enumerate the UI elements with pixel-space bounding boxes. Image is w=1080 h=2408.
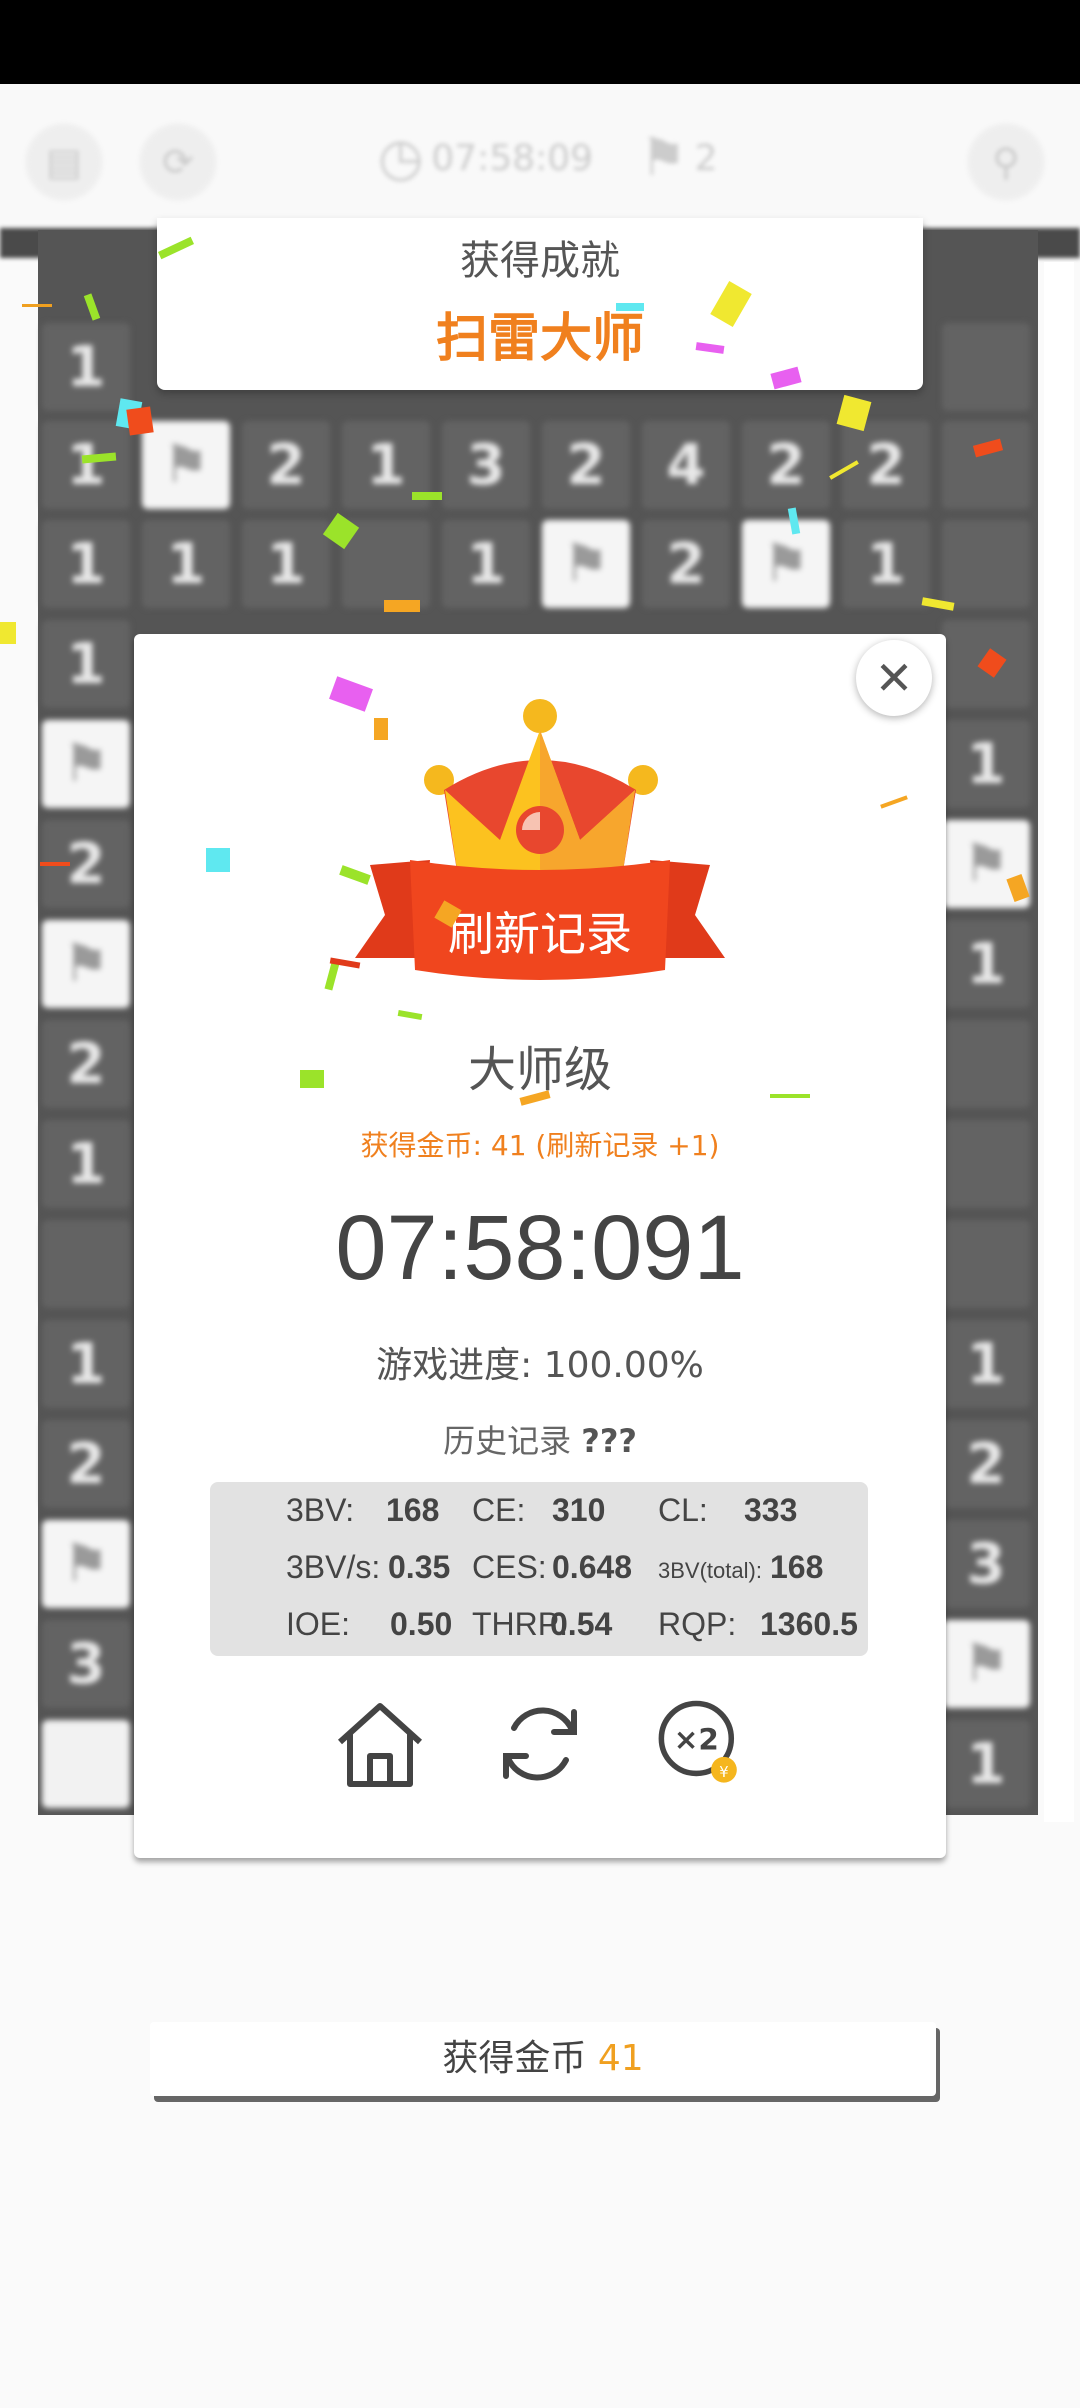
board-cell[interactable]: 1 — [242, 520, 330, 608]
history-value: ??? — [581, 1422, 637, 1460]
stat-label: CL: — [658, 1492, 708, 1528]
achievement-name: 扫雷大师 — [435, 309, 644, 369]
close-icon: ✕ — [874, 651, 914, 705]
status-bar — [0, 0, 1080, 84]
board-cell[interactable] — [942, 421, 1030, 509]
board-cell[interactable]: 2 — [242, 421, 330, 509]
board-cell[interactable]: 1 — [42, 323, 130, 411]
board-cell[interactable] — [942, 520, 1030, 608]
achievement-title: 获得成就 — [460, 238, 620, 284]
board-cell[interactable]: 3 — [942, 1520, 1030, 1608]
achievement-toast: 获得成就 扫雷大师 — [157, 218, 923, 390]
flagged-cell[interactable] — [42, 920, 130, 1008]
close-button[interactable]: ✕ — [856, 640, 932, 716]
coins-earned-bar: 获得金币 41 — [150, 2022, 936, 2096]
crown-banner: 刷新记录 — [355, 699, 725, 980]
stat-value-cl: 333 — [744, 1492, 798, 1528]
timer-display: ◷ 07:58:09 — [378, 128, 593, 188]
board-cell[interactable]: 2 — [542, 421, 630, 509]
board-cell[interactable]: 1 — [942, 920, 1030, 1008]
stat-label: 3BV(total): — [658, 1558, 762, 1583]
finish-time: 07:58:091 — [335, 1197, 745, 1299]
stat-value-3bvs: 0.35 — [388, 1549, 451, 1585]
stat-value-ces: 0.648 — [552, 1549, 633, 1585]
home-button[interactable] — [334, 1698, 426, 1790]
board-cell[interactable]: 1 — [442, 520, 530, 608]
settings-icon[interactable]: ⚲ — [970, 126, 1042, 198]
confetti-piece — [300, 1070, 324, 1088]
stat-label: 3BV: — [286, 1492, 355, 1528]
confetti-piece — [40, 862, 70, 866]
confetti-piece — [206, 848, 230, 872]
double-label: ×2 — [674, 1723, 719, 1757]
confetti-piece — [384, 600, 420, 612]
board-cell[interactable]: 3 — [442, 421, 530, 509]
double-coins-icon: ×2 ¥ — [658, 1700, 737, 1783]
board-cell[interactable]: 1 — [942, 1720, 1030, 1808]
board-cell[interactable]: 1 — [942, 720, 1030, 808]
banner-ribbon: 刷新记录 — [355, 860, 725, 980]
progress-label: 游戏进度: — [376, 1345, 533, 1386]
stat-value-3bv-total: 168 — [770, 1549, 824, 1585]
restart-icon[interactable]: ⟳ — [142, 126, 214, 198]
restart-icon — [503, 1707, 577, 1781]
home-icon — [337, 1703, 423, 1787]
board-cell[interactable]: 1 — [42, 520, 130, 608]
double-coins-button[interactable]: ×2 ¥ — [654, 1698, 746, 1790]
confetti-piece — [22, 304, 52, 307]
board-cell[interactable]: 1 — [42, 620, 130, 708]
coins-label: 获得金币 — [442, 2038, 587, 2079]
game-progress: 游戏进度: 100.00% — [0, 1336, 1080, 1388]
progress-value: 100.00% — [543, 1345, 704, 1386]
board-cell[interactable]: 1 — [842, 520, 930, 608]
replay-button[interactable] — [494, 1698, 586, 1790]
stat-value-ioe: 0.50 — [390, 1606, 453, 1642]
board-cell[interactable]: 1 — [42, 421, 130, 509]
board-cell[interactable] — [42, 1720, 130, 1808]
confetti-piece — [126, 406, 154, 436]
flag-icon: ⚑ — [640, 128, 687, 188]
stat-value-3bv: 168 — [386, 1492, 440, 1528]
stat-value-rqp: 1360.5 — [760, 1606, 858, 1642]
history-label: 历史记录 — [443, 1422, 572, 1460]
stat-value-ce: 310 — [552, 1492, 606, 1528]
flagged-cell[interactable] — [742, 520, 830, 608]
history-record: 历史记录 ??? — [0, 1416, 1080, 1462]
flagged-cell[interactable] — [42, 1520, 130, 1608]
board-cell[interactable] — [942, 323, 1030, 411]
flagged-cell[interactable] — [42, 720, 130, 808]
confetti-piece — [374, 718, 388, 740]
timer-value: 07:58:09 — [431, 137, 594, 179]
confetti-piece — [616, 303, 644, 311]
flag-count: 2 — [694, 137, 718, 179]
flagged-cell[interactable] — [142, 421, 230, 509]
confetti-piece — [770, 1094, 810, 1098]
difficulty-level: 大师级 — [467, 1042, 612, 1098]
stat-value-thrp: 0.54 — [550, 1606, 613, 1642]
stat-label: IOE: — [286, 1606, 351, 1642]
svg-text:¥: ¥ — [719, 1764, 728, 1781]
flag-counter: ⚑ 2 — [640, 128, 718, 188]
stat-label: CES: — [472, 1549, 547, 1585]
flagged-cell[interactable] — [542, 520, 630, 608]
coins-earned-line: 获得金币: 41 (刷新记录 +1) — [360, 1129, 720, 1162]
stat-label: RQP: — [658, 1606, 737, 1642]
coins-value: 41 — [597, 2038, 644, 2079]
clock-icon: ◷ — [378, 128, 424, 188]
flagged-cell[interactable] — [942, 1620, 1030, 1708]
stat-label: 3BV/s: — [286, 1549, 381, 1585]
stat-label: CE: — [472, 1492, 526, 1528]
record-banner-text: 刷新记录 — [448, 907, 632, 961]
confetti-piece — [412, 492, 442, 500]
menu-icon[interactable]: ▤ — [28, 126, 100, 198]
confetti-piece — [0, 622, 16, 644]
crown-icon — [424, 699, 658, 890]
board-cell[interactable]: 2 — [742, 421, 830, 509]
board-cell[interactable]: 4 — [642, 421, 730, 509]
board-cell[interactable]: 2 — [642, 520, 730, 608]
stats-panel: 3BV: 168 CE: 310 CL: 333 3BV/s: 0.35 CES… — [210, 1482, 868, 1656]
board-cell[interactable]: 3 — [42, 1620, 130, 1708]
board-cell[interactable]: 1 — [142, 520, 230, 608]
